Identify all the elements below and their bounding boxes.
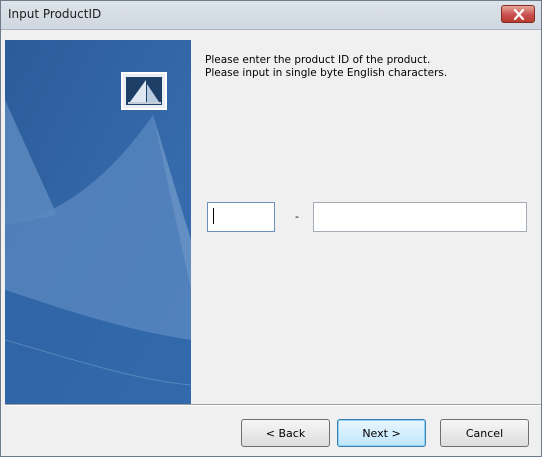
product-id-separator: - — [295, 210, 299, 223]
title-bar[interactable]: Input ProductID — [1, 1, 541, 30]
next-button[interactable]: Next > — [337, 419, 426, 447]
content-panel: Please enter the product ID of the produ… — [191, 40, 541, 404]
instruction-line-1: Please enter the product ID of the produ… — [205, 54, 431, 66]
instruction-line-2: Please input in single byte English char… — [205, 67, 448, 79]
dialog-window: Input ProductID Please enter the product… — [0, 0, 542, 457]
window-title: Input ProductID — [8, 7, 102, 21]
close-button[interactable] — [501, 5, 535, 23]
cancel-button[interactable]: Cancel — [440, 419, 529, 447]
sail-logo-icon — [121, 72, 167, 110]
text-caret — [213, 208, 214, 224]
back-button[interactable]: < Back — [241, 419, 330, 447]
button-divider — [5, 404, 541, 406]
product-id-part1-input[interactable] — [207, 202, 275, 232]
product-id-part2-input[interactable] — [313, 202, 527, 232]
close-icon — [513, 9, 525, 20]
side-banner-image — [4, 40, 192, 404]
